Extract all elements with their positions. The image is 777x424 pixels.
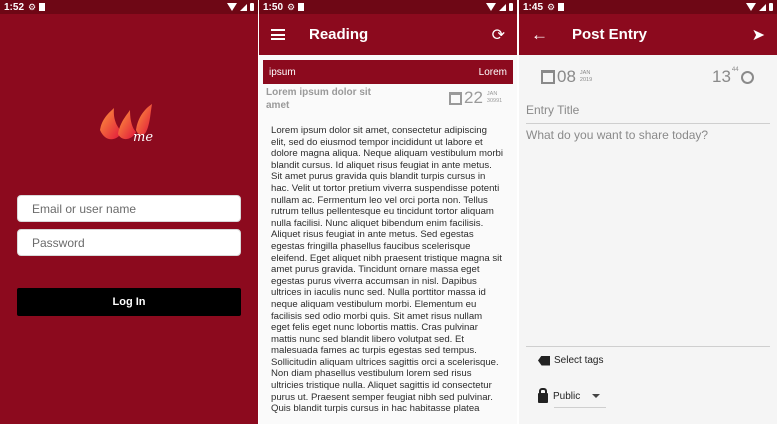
email-field[interactable] — [18, 196, 240, 221]
status-time: 1:52 — [4, 1, 25, 13]
tag-icon — [538, 355, 550, 366]
signal-icon — [499, 3, 506, 11]
clock-icon — [740, 70, 754, 84]
battery-icon — [509, 3, 513, 11]
entry-title-input[interactable] — [526, 96, 770, 124]
select-tags-label: Select tags — [554, 355, 604, 366]
page-title: Post Entry — [572, 26, 648, 43]
status-bar: 1:52 ⚙ — [0, 0, 258, 14]
entry-year: 30991 — [486, 98, 503, 104]
post-date[interactable]: 08 JAN 2019 — [541, 67, 592, 87]
password-field[interactable] — [18, 230, 240, 255]
privacy-dropdown[interactable]: Public — [538, 388, 601, 403]
signal-icon — [240, 3, 247, 11]
post-time[interactable]: 13 44 — [712, 67, 754, 87]
app-bar: ← Post Entry ➤ — [519, 14, 777, 55]
entry-month: JAN — [486, 91, 498, 97]
email-field-wrapper — [17, 195, 241, 222]
sd-card-icon — [558, 3, 565, 11]
settings-icon: ⚙ — [287, 1, 296, 12]
status-time: 1:50 — [263, 1, 284, 13]
sd-card-icon — [39, 3, 46, 11]
refresh-icon[interactable]: ⟳ — [492, 25, 505, 45]
status-bar: 1:45 ⚙ — [519, 0, 777, 14]
logo-text: me — [133, 130, 154, 145]
entry-title: Lorem ipsum dolor sit amet — [266, 87, 372, 111]
settings-icon: ⚙ — [547, 1, 556, 12]
divider — [526, 346, 770, 347]
entry-day: 22 — [464, 88, 483, 107]
select-tags-button[interactable]: Select tags — [538, 355, 603, 366]
calendar-icon — [541, 70, 555, 84]
dropdown-underline — [554, 407, 606, 408]
password-field-wrapper — [17, 229, 241, 256]
settings-icon: ⚙ — [28, 1, 37, 12]
login-button[interactable]: Log In — [17, 288, 241, 316]
lock-icon — [538, 388, 548, 403]
signal-icon — [759, 3, 766, 11]
reading-screen: 1:50 ⚙ Reading ⟳ ipsum Lorem Lorem ipsum… — [259, 0, 517, 424]
menu-icon[interactable] — [271, 29, 285, 40]
entry-header: ipsum Lorem — [263, 60, 513, 84]
post-entry-screen: 1:45 ⚙ ← Post Entry ➤ 08 JAN 2019 13 44 … — [519, 0, 777, 424]
post-day: 08 — [557, 67, 576, 86]
entry-body-input[interactable] — [526, 128, 770, 338]
entry-date: 22 JAN 30991 — [449, 88, 502, 108]
status-bar: 1:50 ⚙ — [259, 0, 517, 14]
post-year: 2019 — [579, 77, 593, 83]
entry-body: Lorem ipsum dolor sit amet, consectetur … — [271, 125, 503, 415]
sd-card-icon — [298, 3, 305, 11]
entry-header-left: ipsum — [269, 66, 296, 78]
send-icon[interactable]: ➤ — [752, 25, 765, 45]
battery-icon — [250, 3, 254, 11]
wifi-icon — [486, 3, 496, 11]
post-hour: 13 — [712, 67, 731, 86]
back-arrow-icon[interactable]: ← — [531, 25, 548, 45]
page-title: Reading — [309, 26, 369, 43]
login-screen: 1:52 ⚙ me Log In — [0, 0, 258, 424]
post-month: JAN — [579, 70, 591, 76]
dropdown-arrow-icon — [592, 394, 601, 398]
entry-header-right: Lorem — [478, 66, 507, 78]
wifi-icon — [746, 3, 756, 11]
post-minute: 44 — [731, 67, 739, 73]
privacy-value: Public — [553, 390, 581, 402]
status-time: 1:45 — [523, 1, 544, 13]
wifi-icon — [227, 3, 237, 11]
app-bar: Reading ⟳ — [259, 14, 517, 55]
calendar-icon — [449, 91, 462, 105]
battery-icon — [769, 3, 773, 11]
